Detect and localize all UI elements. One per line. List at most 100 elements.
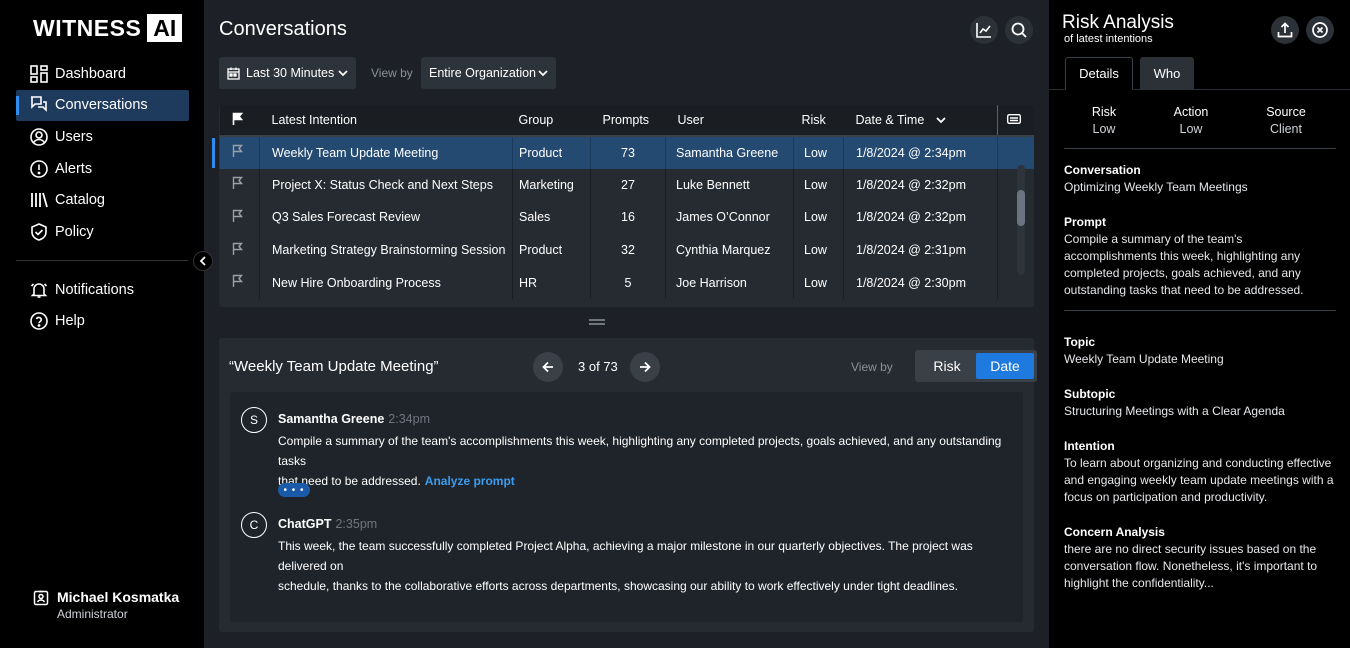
table-row[interactable]: Marketing Strategy Brainstorming Session… (220, 233, 1034, 267)
cell-prompts: 32 (590, 233, 666, 267)
sidebar-item-conversations[interactable]: Conversations (16, 89, 189, 121)
sidebar-item-notifications[interactable]: Notifications (16, 274, 189, 305)
sidebar-item-alerts[interactable]: Alerts (16, 153, 189, 184)
sidebar-divider (16, 260, 188, 261)
cell-user: Joe Harrison (665, 266, 794, 299)
column-header-group[interactable]: Group (512, 105, 591, 137)
cell-prompts: 73 (590, 136, 666, 169)
cell-group: Product (512, 233, 591, 267)
search-icon (1011, 22, 1027, 38)
message-header: Samantha Greene 2:34pm (278, 412, 430, 426)
panel-resize-handle[interactable] (589, 319, 605, 325)
row-flag[interactable] (220, 234, 260, 267)
flag-icon (232, 112, 243, 125)
field-conversation: Conversation Optimizing Weekly Team Meet… (1064, 163, 1336, 196)
cell-risk: Low (793, 266, 844, 299)
cell-group: Marketing (512, 168, 591, 202)
field-label: Prompt (1064, 215, 1106, 229)
cell-empty (997, 168, 1034, 202)
field-value: Compile a summary of the team's accompli… (1064, 232, 1304, 297)
message-body: This week, the team successfully complet… (278, 536, 1018, 596)
chevron-down-icon (936, 117, 946, 124)
table-scrollbar[interactable] (1017, 165, 1025, 275)
row-flag[interactable] (219, 136, 260, 169)
row-flag[interactable] (220, 201, 260, 234)
table-row[interactable]: Weekly Team Update Meeting Product 73 Sa… (219, 136, 1034, 169)
alert-icon (29, 159, 49, 179)
shield-icon (29, 222, 49, 242)
flag-column-header[interactable] (219, 105, 260, 137)
time-range-dropdown[interactable]: Last 30 Minutes (219, 57, 356, 89)
column-settings-button[interactable] (997, 105, 1034, 137)
column-header-user[interactable]: User (665, 105, 794, 137)
sidebar-item-help[interactable]: Help (16, 306, 189, 337)
chevron-down-icon (338, 69, 348, 76)
witness-ai-logo[interactable]: WITNESS AI (33, 14, 183, 42)
pager-text: 3 of 73 (578, 359, 618, 374)
message-line: schedule, thanks to the collaborative ef… (278, 579, 958, 593)
view-by-risk-option[interactable]: Risk (918, 353, 976, 379)
stat-value: Low (1092, 122, 1116, 136)
tab-who[interactable]: Who (1140, 57, 1194, 90)
table-scrollbar-thumb[interactable] (1017, 190, 1025, 226)
sidebar-item-catalog[interactable]: Catalog (16, 185, 189, 216)
conversation-title: “Weekly Team Update Meeting” (229, 358, 439, 375)
field-subtopic: Subtopic Structuring Meetings with a Cle… (1064, 387, 1336, 420)
field-prompt: Prompt Compile a summary of the team's a… (1064, 215, 1336, 299)
search-button[interactable] (1005, 16, 1033, 44)
avatar: S (241, 407, 267, 433)
more-options-button[interactable]: • • • (278, 483, 310, 497)
arrow-left-icon (542, 361, 553, 373)
message-time: 2:34pm (388, 412, 430, 426)
sidebar-item-dashboard[interactable]: Dashboard (16, 58, 189, 89)
table-row[interactable]: New Hire Onboarding Process HR 5 Joe Har… (220, 266, 1034, 299)
arrow-right-icon (640, 361, 651, 373)
cell-date: 1/8/2024 @ 2:32pm (843, 201, 998, 234)
table-row[interactable]: Q3 Sales Forecast Review Sales 16 James … (220, 201, 1034, 234)
cell-date: 1/8/2024 @ 2:31pm (843, 233, 998, 267)
previous-button[interactable] (533, 352, 563, 382)
column-header-intention[interactable]: Latest Intention (259, 105, 513, 137)
keyboard-icon (1006, 113, 1022, 125)
export-button[interactable] (1271, 16, 1299, 44)
chevron-down-icon (538, 69, 548, 76)
cell-intention: Weekly Team Update Meeting (259, 136, 513, 169)
flag-outline-icon (232, 177, 243, 190)
next-button[interactable] (630, 352, 660, 382)
conversation-detail: “Weekly Team Update Meeting” 3 of 73 Vie… (219, 338, 1037, 632)
close-button[interactable] (1306, 16, 1334, 44)
column-header-date[interactable]: Date & Time (843, 105, 998, 137)
panel-subtitle: of latest intentions (1064, 33, 1153, 45)
analyze-prompt-link[interactable]: Analyze prompt (425, 474, 515, 488)
sidebar-item-users[interactable]: Users (16, 121, 189, 152)
upload-icon (1277, 22, 1293, 38)
row-flag[interactable] (220, 169, 260, 202)
sidebar-nav: Dashboard Conversations Users Alerts Cat… (16, 58, 189, 248)
view-by-date-option[interactable]: Date (976, 353, 1034, 379)
column-header-prompts[interactable]: Prompts (590, 105, 666, 137)
sidebar-item-label: Catalog (55, 192, 105, 209)
tab-details[interactable]: Details (1065, 57, 1133, 90)
cell-date: 1/8/2024 @ 2:34pm (843, 136, 998, 169)
message-author: Samantha Greene (278, 412, 385, 426)
conversations-icon (29, 95, 49, 115)
field-value: Optimizing Weekly Team Meetings (1064, 180, 1248, 194)
table-row[interactable]: Project X: Status Check and Next Steps M… (220, 168, 1034, 202)
sidebar-nav-secondary: Notifications Help (16, 274, 189, 337)
logo-word: WITNESS (33, 14, 142, 41)
field-value: To learn about organizing and conducting… (1064, 456, 1334, 504)
view-by-dropdown[interactable]: Entire Organization (421, 57, 556, 89)
stat-value: Client (1270, 122, 1302, 136)
field-label: Subtopic (1064, 387, 1116, 401)
field-label: Conversation (1064, 163, 1141, 177)
stat-value: Low (1179, 122, 1203, 136)
row-flag[interactable] (220, 266, 260, 299)
chevron-left-icon (199, 256, 206, 266)
current-user[interactable]: Michael Kosmatka Administrator (33, 589, 179, 621)
collapse-sidebar-button[interactable] (193, 251, 213, 271)
divider (1064, 148, 1336, 149)
sidebar-item-policy[interactable]: Policy (16, 216, 189, 247)
chart-button[interactable] (970, 16, 998, 44)
column-header-risk[interactable]: Risk (793, 105, 844, 137)
field-topic: Topic Weekly Team Update Meeting (1064, 335, 1336, 368)
